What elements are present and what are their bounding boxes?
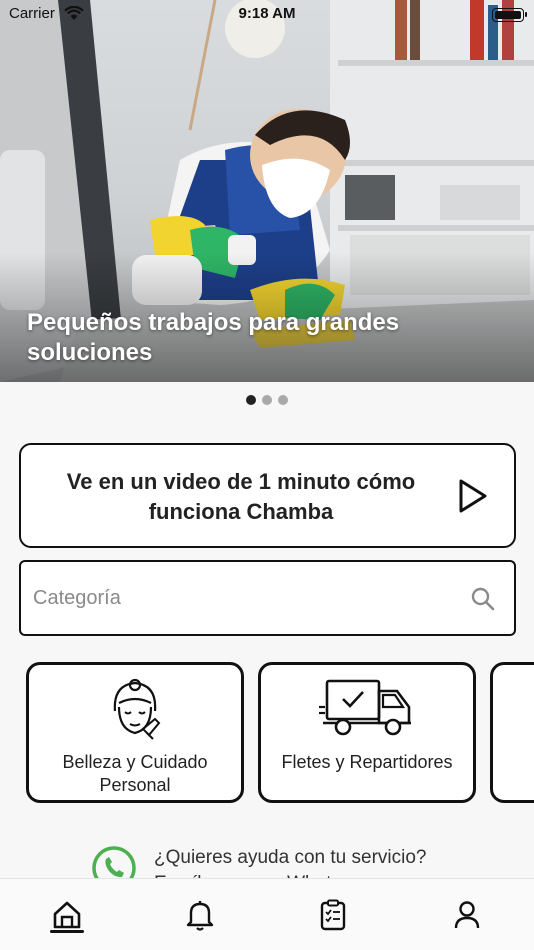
- category-card-delivery[interactable]: Fletes y Repartidores: [258, 662, 476, 803]
- video-tutorial-text: Ve en un video de 1 minuto cómo funciona…: [66, 469, 416, 524]
- battery-icon: [492, 8, 527, 22]
- bell-icon: [186, 901, 214, 931]
- carousel-dot-2[interactable]: [262, 395, 272, 405]
- play-icon: [459, 479, 487, 513]
- bottom-tab-bar: [0, 878, 534, 950]
- category-search-input[interactable]: [33, 580, 433, 616]
- carousel-dot-1[interactable]: [246, 395, 256, 405]
- hero-banner[interactable]: Pequeños trabajos para grandes solucione…: [0, 0, 534, 382]
- beauty-icon: [113, 678, 161, 740]
- whatsapp-help-text: ¿Quieres ayuda con tu servicio? Escríben…: [154, 845, 426, 882]
- status-time: 9:18 AM: [238, 5, 296, 22]
- video-tutorial-button[interactable]: Ve en un video de 1 minuto cómo funciona…: [19, 443, 516, 548]
- category-card-beauty[interactable]: Belleza y Cuidado Personal: [26, 662, 244, 803]
- whatsapp-icon: [92, 846, 136, 882]
- tab-profile[interactable]: [447, 895, 487, 935]
- tab-notifications[interactable]: [180, 895, 220, 935]
- carousel-dot-3[interactable]: [278, 395, 288, 405]
- whatsapp-help-link[interactable]: ¿Quieres ayuda con tu servicio? Escríben…: [0, 842, 534, 882]
- category-label-delivery: Fletes y Repartidores: [281, 752, 453, 772]
- carousel-indicator[interactable]: [0, 395, 534, 405]
- category-carousel[interactable]: Belleza y Cuidado Personal Fletes y Repa…: [0, 660, 534, 805]
- home-icon: [53, 901, 81, 929]
- delivery-truck-icon: [319, 679, 411, 736]
- category-search[interactable]: [19, 560, 516, 636]
- tab-orders[interactable]: [313, 895, 353, 935]
- status-bar: Carrier 9:18 AM: [0, 0, 534, 30]
- help-line-1: ¿Quieres ayuda con tu servicio?: [154, 847, 427, 868]
- active-tab-indicator: [50, 930, 84, 933]
- category-card-partial[interactable]: [490, 662, 534, 803]
- search-icon[interactable]: [470, 586, 496, 612]
- category-label-beauty: Belleza y Cuidado Personal: [62, 752, 208, 795]
- clipboard-checklist-icon: [320, 899, 346, 931]
- tab-home[interactable]: [47, 895, 87, 935]
- user-icon: [454, 901, 480, 929]
- hero-caption: Pequeños trabajos para grandes solucione…: [27, 309, 400, 366]
